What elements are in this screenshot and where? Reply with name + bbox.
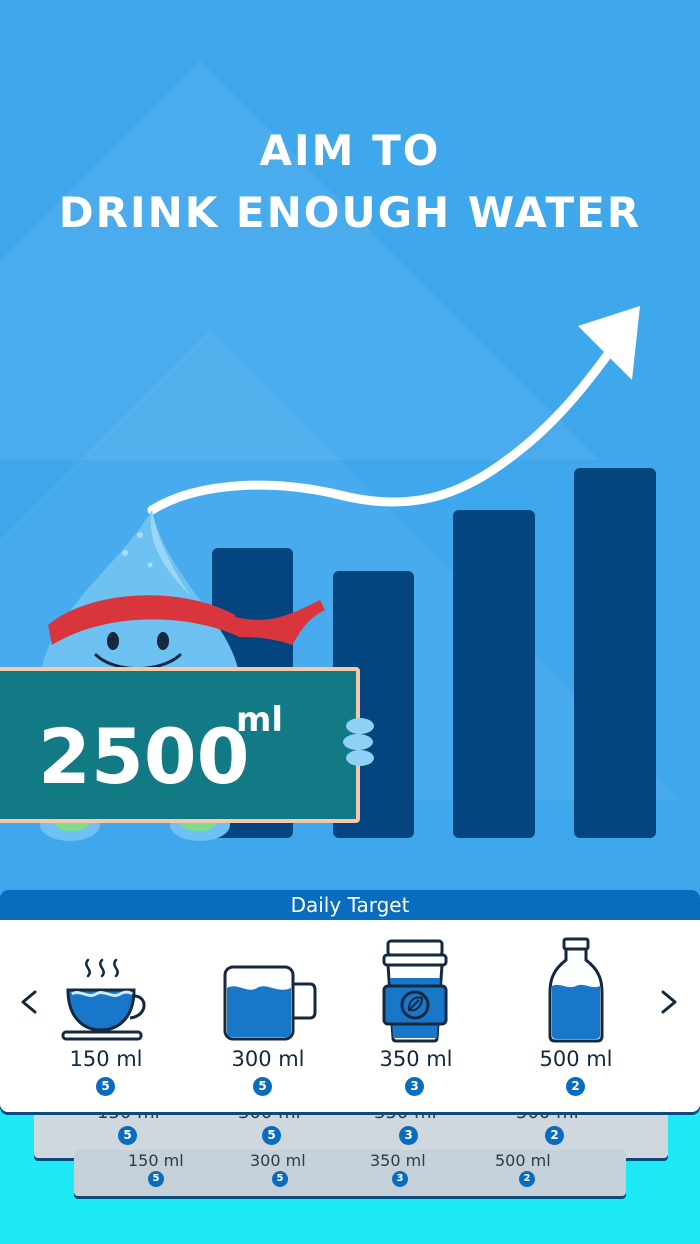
stack-row2-label-4: 500 ml [495,1151,551,1170]
stack-row2-badge-4: 2 [519,1171,535,1187]
bottle-icon [548,937,604,1043]
tea-cup-icon [61,958,146,1041]
stack-row2-badge-3: 3 [392,1171,408,1187]
coffee-cup-icon [382,939,448,1043]
trend-arrow-icon [147,306,640,515]
stack-row2-badge-1: 5 [148,1171,164,1187]
daily-target-title: Daily Target [0,890,700,920]
cup-badge-300: 5 [253,1077,272,1096]
cup-label-350: 350 ml [379,1047,453,1071]
cup-badge-350: 3 [405,1077,424,1096]
target-unit: ml [236,700,284,740]
stack-row1-badge-4: 2 [545,1126,564,1145]
target-value: 2500 [38,712,250,801]
stack-row2-badge-2: 5 [272,1171,288,1187]
headline: AIM TO DRINK ENOUGH WATER [0,120,700,244]
stack-row1-badge-2: 5 [262,1126,281,1145]
mascot-hand-icon [343,718,374,766]
stack-row1-badge-1: 5 [118,1126,137,1145]
cup-badge-500: 2 [566,1077,585,1096]
cup-label-300: 300 ml [231,1047,305,1071]
stack-row1-badge-3: 3 [399,1126,418,1145]
stack-row2-label-1: 150 ml [128,1151,184,1170]
headline-line-2: DRINK ENOUGH WATER [58,188,642,237]
growth-bar-3 [453,510,535,838]
mug-icon [223,965,317,1041]
chevron-right-icon[interactable] [656,990,680,1014]
stack-row2-label-3: 350 ml [370,1151,426,1170]
cup-label-500: 500 ml [539,1047,613,1071]
headline-line-1: AIM TO [259,126,441,175]
cup-badge-150: 5 [96,1077,115,1096]
chevron-left-icon[interactable] [18,990,42,1014]
stack-row2-label-2: 300 ml [250,1151,306,1170]
cup-label-150: 150 ml [69,1047,143,1071]
